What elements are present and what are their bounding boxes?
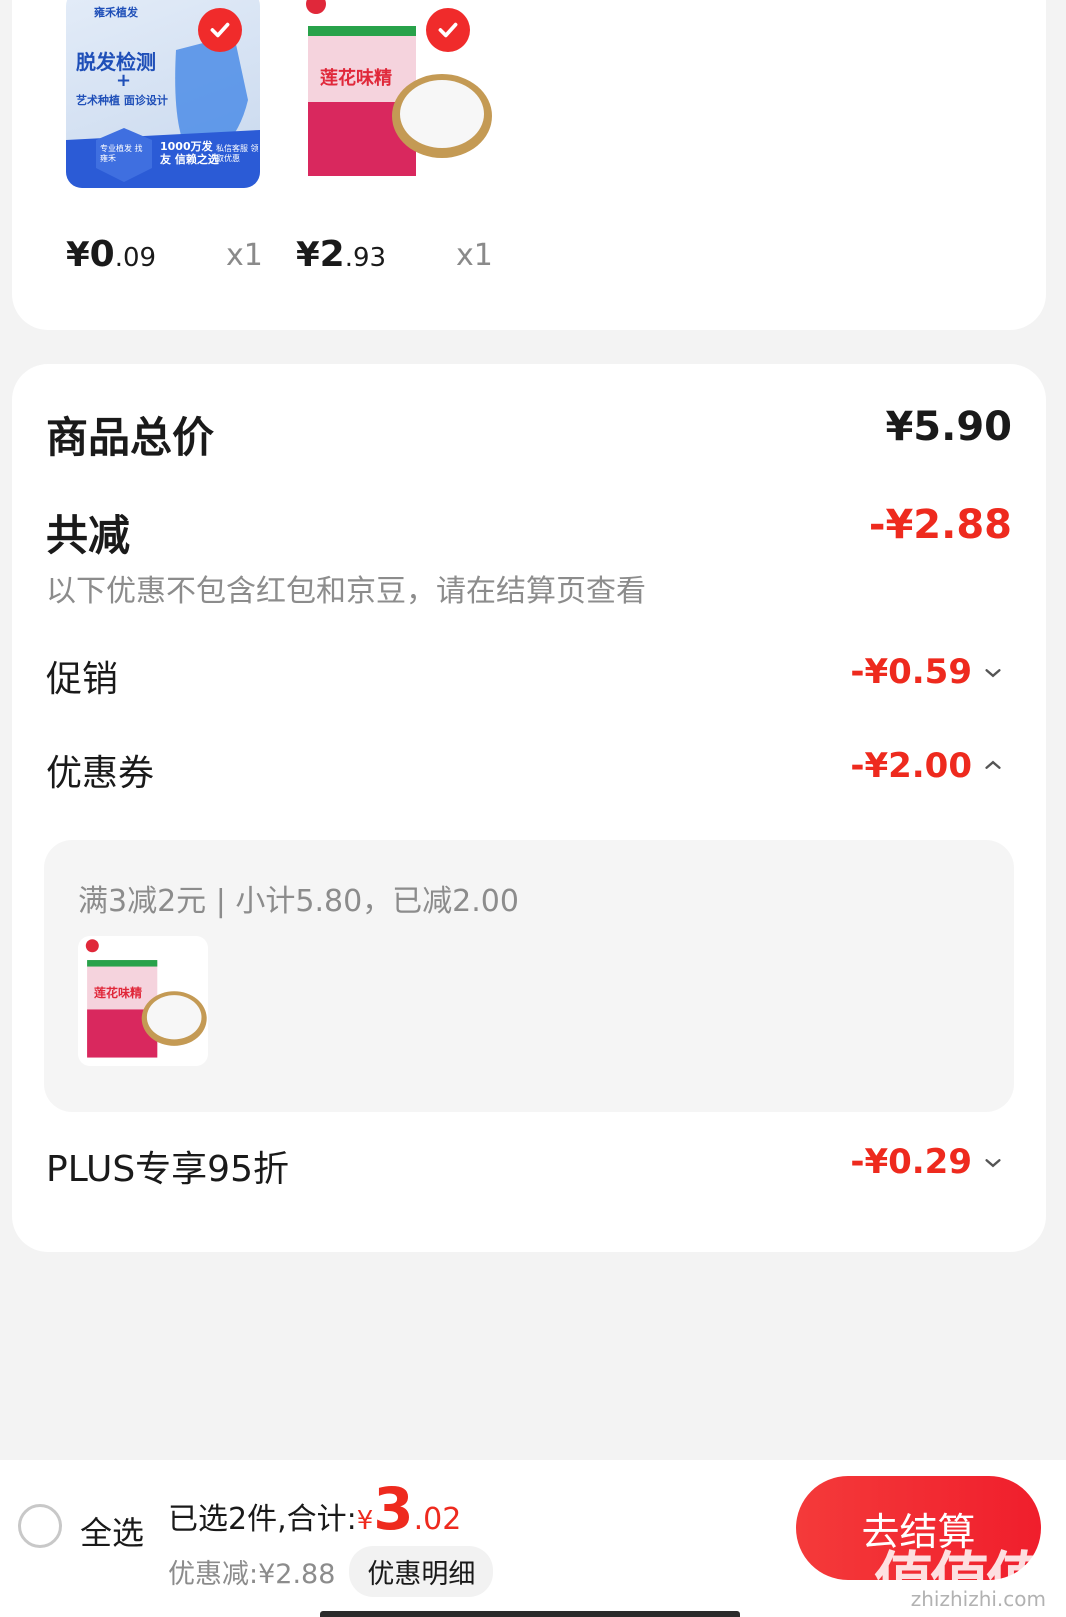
- price-currency: ¥: [66, 235, 90, 275]
- checkmark-icon: [210, 22, 230, 38]
- coupon-detail-box: 满3减2元 | 小计5.80，已减2.00 莲花味精: [44, 840, 1014, 1112]
- total-int: 3: [373, 1475, 414, 1543]
- selected-products-card: 雍禾植发 脱发检测 + 艺术种植 面诊设计 专业植发 找雍禾 1000万发友 信…: [12, 0, 1046, 330]
- coupon-product-graphic: [85, 939, 207, 1058]
- coupon-thumb-brand-text: 莲花味精: [94, 986, 143, 1000]
- plus-discount-label[interactable]: PLUS专享95折: [46, 1140, 289, 1192]
- total-currency: ¥: [356, 1506, 374, 1536]
- coupon-detail-text: 满3减2元 | 小计5.80，已减2.00: [78, 884, 519, 919]
- total-dec: .02: [413, 1502, 462, 1537]
- price-dec: .09: [114, 243, 157, 273]
- discount-detail-button[interactable]: 优惠明细: [349, 1546, 494, 1597]
- total-price-label: 商品总价: [46, 413, 215, 462]
- hair-plus-text: +: [116, 70, 132, 91]
- total-reduce-value: -¥2.88: [868, 502, 1012, 548]
- price-int: 2: [319, 234, 345, 275]
- promo-label[interactable]: 促销: [46, 650, 118, 702]
- total-reduce-label: 共减: [46, 511, 131, 560]
- chevron-up-icon[interactable]: [982, 754, 1004, 776]
- chevron-down-icon[interactable]: [982, 662, 1004, 684]
- hair-badge2-text: 1000万发友 信赖之选: [160, 140, 219, 167]
- discount-amount-text: 优惠减:¥2.88: [168, 1559, 336, 1590]
- watermark-site: zhizhizhi.com: [910, 1587, 1046, 1611]
- product-2-price: ¥2.93: [296, 234, 386, 275]
- checkout-bar: 全选 已选2件,合计: ¥3.02 优惠减:¥2.88 优惠明细 去结算 值值值…: [0, 1460, 1066, 1617]
- selected-count-text: 已选2件,合计:: [168, 1502, 357, 1537]
- hair-badge1-text: 专业植发 找雍禾: [100, 144, 143, 163]
- product-1-checkbox[interactable]: [198, 8, 242, 52]
- product-2-qty: x1: [456, 238, 493, 273]
- home-indicator[interactable]: [320, 1611, 740, 1617]
- total-amount: ¥3.02: [357, 1480, 462, 1538]
- select-all-label[interactable]: 全选: [80, 1508, 144, 1554]
- hair-badge3-text: 私信客服 领取优惠: [216, 144, 259, 163]
- hair-sub-text: 艺术种植 面诊设计: [76, 94, 168, 107]
- product-1-qty: x1: [226, 238, 263, 273]
- discount-line: 优惠减:¥2.88 优惠明细: [168, 1546, 494, 1597]
- discount-note: 以下优惠不包含红包和京豆，请在结算页查看: [46, 574, 646, 609]
- chevron-down-icon[interactable]: [982, 1152, 1004, 1174]
- price-currency: ¥: [296, 235, 320, 275]
- plus-discount-value[interactable]: -¥0.29: [850, 1142, 972, 1182]
- selected-summary: 已选2件,合计: ¥3.02: [168, 1480, 461, 1538]
- price-dec: .93: [344, 243, 387, 273]
- checkmark-icon: [438, 22, 458, 38]
- product-1-price: ¥0.09: [66, 234, 156, 275]
- promo-value[interactable]: -¥0.59: [850, 652, 972, 692]
- price-summary-card: 商品总价 ¥5.90 共减 -¥2.88 以下优惠不包含红包和京豆，请在结算页查…: [12, 364, 1046, 1252]
- msg-brand-text: 莲花味精: [320, 68, 392, 89]
- coupon-value[interactable]: -¥2.00: [850, 746, 972, 786]
- price-int: 0: [89, 234, 115, 275]
- select-all-radio[interactable]: [18, 1504, 62, 1548]
- product-2-checkbox[interactable]: [426, 8, 470, 52]
- total-price-value: ¥5.90: [885, 404, 1012, 450]
- hair-brand-text: 雍禾植发: [94, 6, 138, 19]
- coupon-label[interactable]: 优惠券: [46, 744, 154, 796]
- coupon-product-thumb[interactable]: 莲花味精: [78, 936, 208, 1066]
